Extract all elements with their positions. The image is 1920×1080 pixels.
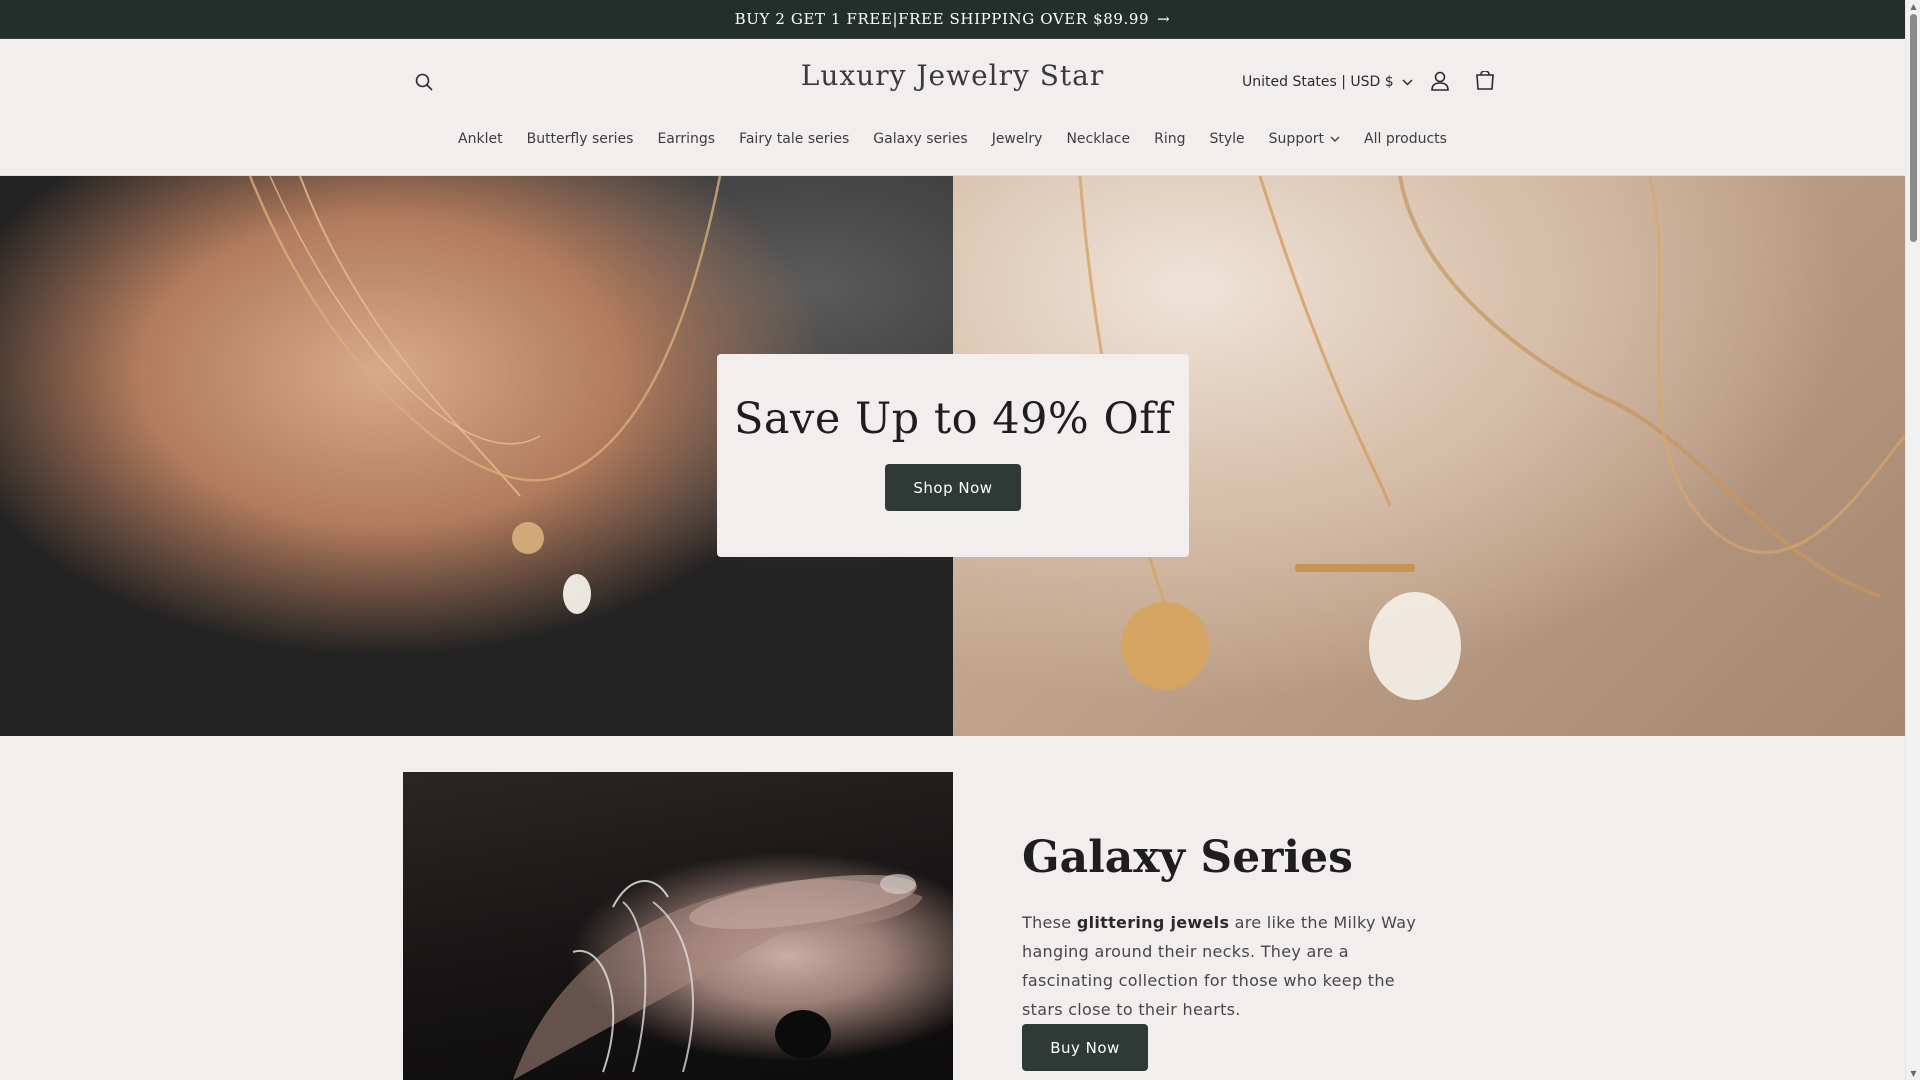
galaxy-series-image [403, 772, 953, 1080]
main-navigation: Anklet Butterfly series Earrings Fairy t… [0, 123, 1905, 155]
cart-icon [1476, 71, 1494, 90]
nav-label: Style [1209, 131, 1245, 147]
nav-item-style[interactable]: Style [1198, 127, 1257, 151]
scroll-up-icon[interactable]: ▲ [1909, 2, 1918, 11]
arrow-right-icon: → [1157, 10, 1171, 28]
site-header: Luxury Jewelry Star United States | USD … [0, 39, 1905, 176]
chevron-down-icon [1330, 136, 1340, 142]
description-emphasis: glittering jewels [1076, 913, 1230, 932]
nav-label: All products [1364, 131, 1447, 147]
nav-item-fairy-tale-series[interactable]: Fairy tale series [727, 127, 861, 151]
nav-label: Support [1268, 131, 1325, 147]
nav-label: Butterfly series [526, 131, 634, 147]
scroll-down-icon[interactable]: ▼ [1909, 1069, 1918, 1078]
cart-button[interactable] [1470, 66, 1500, 96]
buy-now-button[interactable]: Buy Now [1022, 1024, 1148, 1071]
search-button[interactable] [409, 67, 439, 97]
locale-label: United States | USD $ [1242, 74, 1394, 90]
page-scrollbar[interactable]: ▲ ▼ [1905, 0, 1920, 1080]
description-text: These [1022, 913, 1077, 932]
nav-label: Fairy tale series [739, 131, 850, 147]
announcement-bar[interactable]: BUY 2 GET 1 FREE|FREE SHIPPING OVER $89.… [0, 0, 1905, 39]
hero-banner: Save Up to 49% Off Shop Now [0, 176, 1905, 736]
nav-label: Anklet [458, 131, 503, 147]
store-logo[interactable]: Luxury Jewelry Star [700, 59, 1205, 92]
announcement-text: BUY 2 GET 1 FREE|FREE SHIPPING OVER $89.… [734, 10, 1150, 28]
promo-heading: Save Up to 49% Off [733, 394, 1173, 444]
featured-collection: Galaxy Series These glittering jewels ar… [0, 736, 1905, 1080]
chevron-down-icon [1402, 78, 1413, 86]
nav-item-earrings[interactable]: Earrings [645, 127, 727, 151]
nav-item-jewelry[interactable]: Jewelry [980, 127, 1055, 151]
nav-item-necklace[interactable]: Necklace [1054, 127, 1142, 151]
nav-item-ring[interactable]: Ring [1142, 127, 1197, 151]
country-currency-selector[interactable]: United States | USD $ [1242, 69, 1413, 95]
account-icon [1431, 71, 1449, 91]
shop-now-button[interactable]: Shop Now [885, 464, 1021, 511]
nav-item-butterfly-series[interactable]: Butterfly series [515, 127, 646, 151]
nav-item-galaxy-series[interactable]: Galaxy series [861, 127, 979, 151]
nav-item-anklet[interactable]: Anklet [446, 127, 515, 151]
nav-label: Jewelry [991, 131, 1043, 147]
nav-item-all-products[interactable]: All products [1352, 127, 1459, 151]
feature-description: These glittering jewels are like the Mil… [1022, 908, 1432, 1024]
promo-card: Save Up to 49% Off Shop Now [717, 354, 1189, 557]
nav-label: Earrings [657, 131, 716, 147]
scrollbar-thumb[interactable] [1910, 14, 1917, 242]
hand-with-chain-illustration [513, 874, 923, 1080]
nav-label: Ring [1154, 131, 1186, 147]
nav-item-support[interactable]: Support [1257, 127, 1352, 151]
search-icon [415, 73, 433, 91]
feature-heading: Galaxy Series [1022, 832, 1353, 883]
nav-label: Galaxy series [873, 131, 968, 147]
account-button[interactable] [1425, 66, 1455, 96]
nav-label: Necklace [1066, 131, 1131, 147]
